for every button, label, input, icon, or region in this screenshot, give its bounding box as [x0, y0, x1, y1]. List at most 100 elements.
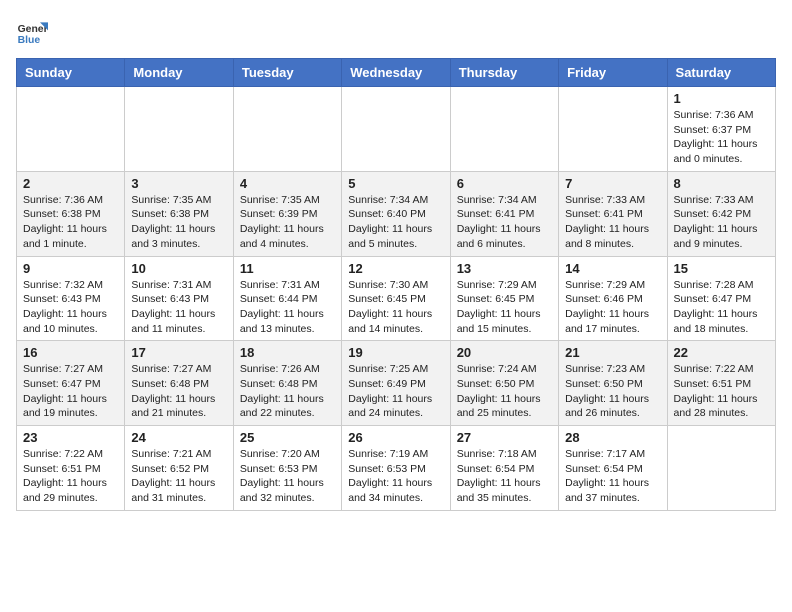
weekday-header-row: SundayMondayTuesdayWednesdayThursdayFrid…: [17, 59, 776, 87]
calendar-cell: 20Sunrise: 7:24 AMSunset: 6:50 PMDayligh…: [450, 341, 558, 426]
svg-text:Blue: Blue: [18, 35, 41, 46]
day-info: Sunrise: 7:35 AMSunset: 6:38 PMDaylight:…: [131, 193, 226, 252]
day-number: 1: [674, 91, 769, 106]
calendar-cell: 9 Sunrise: 7:32 AMSunset: 6:43 PMDaylight…: [17, 256, 125, 341]
day-info: Sunrise: 7:27 AMSunset: 6:47 PMDaylight:…: [23, 362, 118, 421]
weekday-header-thursday: Thursday: [450, 59, 558, 87]
day-number: 10: [131, 261, 226, 276]
day-number: 27: [457, 430, 552, 445]
calendar-cell: 1 Sunrise: 7:36 AMSunset: 6:37 PMDaylight…: [667, 87, 775, 172]
day-number: 13: [457, 261, 552, 276]
day-number: 11: [240, 261, 335, 276]
weekday-header-saturday: Saturday: [667, 59, 775, 87]
calendar-cell: 21 Sunrise: 7:23 AMSunset: 6:50 PMDayligh…: [559, 341, 667, 426]
day-number: 9: [23, 261, 118, 276]
day-info: Sunrise: 7:29 AMSunset: 6:45 PMDaylight:…: [457, 278, 552, 337]
calendar-cell: [233, 87, 341, 172]
day-number: 20: [457, 345, 552, 360]
day-number: 17: [131, 345, 226, 360]
day-info: Sunrise: 7:35 AMSunset: 6:39 PMDaylight:…: [240, 193, 335, 252]
calendar-cell: 28 Sunrise: 7:17 AMSunset: 6:54 PMDayligh…: [559, 426, 667, 511]
logo-icon: General Blue: [16, 16, 48, 48]
day-info: Sunrise: 7:30 AMSunset: 6:45 PMDaylight:…: [348, 278, 443, 337]
logo: General Blue: [16, 16, 50, 48]
day-info: Sunrise: 7:17 AMSunset: 6:54 PMDaylight:…: [565, 447, 660, 506]
day-number: 21: [565, 345, 660, 360]
day-number: 16: [23, 345, 118, 360]
day-number: 19: [348, 345, 443, 360]
day-info: Sunrise: 7:18 AMSunset: 6:54 PMDaylight:…: [457, 447, 552, 506]
calendar-cell: 3Sunrise: 7:35 AMSunset: 6:38 PMDaylight…: [125, 171, 233, 256]
day-number: 28: [565, 430, 660, 445]
page-header: General Blue: [16, 16, 776, 48]
day-number: 15: [674, 261, 769, 276]
calendar-cell: 8 Sunrise: 7:33 AMSunset: 6:42 PMDaylight…: [667, 171, 775, 256]
calendar-cell: [17, 87, 125, 172]
calendar-cell: 26 Sunrise: 7:19 AMSunset: 6:53 PMDayligh…: [342, 426, 450, 511]
day-number: 22: [674, 345, 769, 360]
calendar-cell: 22 Sunrise: 7:22 AMSunset: 6:51 PMDayligh…: [667, 341, 775, 426]
day-number: 24: [131, 430, 226, 445]
calendar-cell: [125, 87, 233, 172]
calendar-cell: 2 Sunrise: 7:36 AMSunset: 6:38 PMDaylight…: [17, 171, 125, 256]
calendar-cell: 23 Sunrise: 7:22 AMSunset: 6:51 PMDayligh…: [17, 426, 125, 511]
day-number: 14: [565, 261, 660, 276]
calendar-cell: 25 Sunrise: 7:20 AMSunset: 6:53 PMDayligh…: [233, 426, 341, 511]
day-info: Sunrise: 7:20 AMSunset: 6:53 PMDaylight:…: [240, 447, 335, 506]
day-number: 26: [348, 430, 443, 445]
day-info: Sunrise: 7:26 AMSunset: 6:48 PMDaylight:…: [240, 362, 335, 421]
calendar-cell: [559, 87, 667, 172]
day-number: 18: [240, 345, 335, 360]
week-row-1: 1 Sunrise: 7:36 AMSunset: 6:37 PMDaylight…: [17, 87, 776, 172]
calendar-cell: [342, 87, 450, 172]
day-number: 7: [565, 176, 660, 191]
weekday-header-friday: Friday: [559, 59, 667, 87]
weekday-header-monday: Monday: [125, 59, 233, 87]
weekday-header-tuesday: Tuesday: [233, 59, 341, 87]
day-info: Sunrise: 7:36 AMSunset: 6:37 PMDaylight:…: [674, 108, 769, 167]
calendar-cell: 27 Sunrise: 7:18 AMSunset: 6:54 PMDayligh…: [450, 426, 558, 511]
calendar-cell: 6Sunrise: 7:34 AMSunset: 6:41 PMDaylight…: [450, 171, 558, 256]
calendar-cell: [667, 426, 775, 511]
calendar-cell: 16 Sunrise: 7:27 AMSunset: 6:47 PMDayligh…: [17, 341, 125, 426]
calendar-cell: 12 Sunrise: 7:30 AMSunset: 6:45 PMDayligh…: [342, 256, 450, 341]
calendar-cell: [450, 87, 558, 172]
calendar-table: SundayMondayTuesdayWednesdayThursdayFrid…: [16, 58, 776, 511]
day-number: 4: [240, 176, 335, 191]
day-info: Sunrise: 7:22 AMSunset: 6:51 PMDaylight:…: [674, 362, 769, 421]
day-info: Sunrise: 7:36 AMSunset: 6:38 PMDaylight:…: [23, 193, 118, 252]
day-info: Sunrise: 7:23 AMSunset: 6:50 PMDaylight:…: [565, 362, 660, 421]
calendar-cell: 11Sunrise: 7:31 AMSunset: 6:44 PMDayligh…: [233, 256, 341, 341]
calendar-cell: 24 Sunrise: 7:21 AMSunset: 6:52 PMDayligh…: [125, 426, 233, 511]
day-info: Sunrise: 7:32 AMSunset: 6:43 PMDaylight:…: [23, 278, 118, 337]
day-info: Sunrise: 7:22 AMSunset: 6:51 PMDaylight:…: [23, 447, 118, 506]
week-row-3: 9 Sunrise: 7:32 AMSunset: 6:43 PMDaylight…: [17, 256, 776, 341]
calendar-cell: 5 Sunrise: 7:34 AMSunset: 6:40 PMDaylight…: [342, 171, 450, 256]
day-number: 5: [348, 176, 443, 191]
week-row-5: 23 Sunrise: 7:22 AMSunset: 6:51 PMDayligh…: [17, 426, 776, 511]
day-number: 6: [457, 176, 552, 191]
day-info: Sunrise: 7:33 AMSunset: 6:42 PMDaylight:…: [674, 193, 769, 252]
day-info: Sunrise: 7:25 AMSunset: 6:49 PMDaylight:…: [348, 362, 443, 421]
calendar-cell: 10 Sunrise: 7:31 AMSunset: 6:43 PMDayligh…: [125, 256, 233, 341]
week-row-2: 2 Sunrise: 7:36 AMSunset: 6:38 PMDaylight…: [17, 171, 776, 256]
day-info: Sunrise: 7:34 AMSunset: 6:40 PMDaylight:…: [348, 193, 443, 252]
calendar-cell: 13 Sunrise: 7:29 AMSunset: 6:45 PMDayligh…: [450, 256, 558, 341]
calendar-cell: 19 Sunrise: 7:25 AMSunset: 6:49 PMDayligh…: [342, 341, 450, 426]
day-number: 25: [240, 430, 335, 445]
day-number: 12: [348, 261, 443, 276]
day-info: Sunrise: 7:19 AMSunset: 6:53 PMDaylight:…: [348, 447, 443, 506]
day-number: 2: [23, 176, 118, 191]
day-info: Sunrise: 7:28 AMSunset: 6:47 PMDaylight:…: [674, 278, 769, 337]
calendar-cell: 15 Sunrise: 7:28 AMSunset: 6:47 PMDayligh…: [667, 256, 775, 341]
day-number: 23: [23, 430, 118, 445]
calendar-cell: 18 Sunrise: 7:26 AMSunset: 6:48 PMDayligh…: [233, 341, 341, 426]
calendar-cell: 14Sunrise: 7:29 AMSunset: 6:46 PMDayligh…: [559, 256, 667, 341]
calendar-cell: 17 Sunrise: 7:27 AMSunset: 6:48 PMDayligh…: [125, 341, 233, 426]
day-number: 8: [674, 176, 769, 191]
day-info: Sunrise: 7:27 AMSunset: 6:48 PMDaylight:…: [131, 362, 226, 421]
calendar-cell: 7Sunrise: 7:33 AMSunset: 6:41 PMDaylight…: [559, 171, 667, 256]
week-row-4: 16 Sunrise: 7:27 AMSunset: 6:47 PMDayligh…: [17, 341, 776, 426]
day-info: Sunrise: 7:31 AMSunset: 6:43 PMDaylight:…: [131, 278, 226, 337]
day-info: Sunrise: 7:21 AMSunset: 6:52 PMDaylight:…: [131, 447, 226, 506]
